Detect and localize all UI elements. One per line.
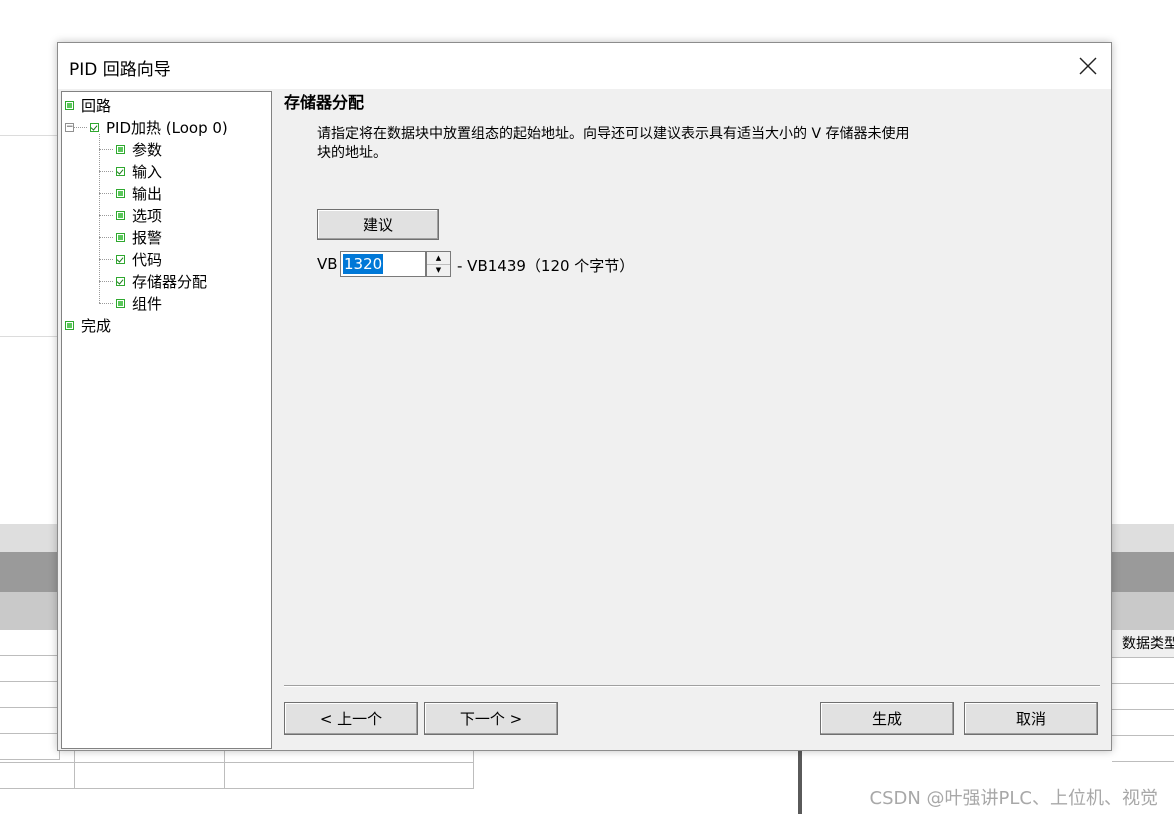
complete-icon <box>116 298 125 308</box>
tree-connector <box>99 259 113 260</box>
footer-separator <box>284 685 1100 687</box>
tree-connector <box>99 171 113 172</box>
tree-item-label: 输出 <box>132 184 163 203</box>
tree-item-label: 选项 <box>132 206 163 225</box>
previous-button[interactable]: < 上一个 <box>284 702 418 735</box>
tree-item-components[interactable]: 组件 <box>116 292 162 314</box>
address-spinner[interactable]: ▲ ▼ <box>426 251 451 277</box>
watermark: CSDN @叶强讲PLC、上位机、视觉 <box>869 788 1159 809</box>
complete-icon <box>65 320 74 330</box>
start-address-input[interactable]: 1320 <box>340 251 426 277</box>
collapse-icon[interactable]: − <box>65 123 74 132</box>
dialog-title: PID 回路向导 <box>69 60 171 80</box>
next-button[interactable]: 下一个 > <box>424 702 558 735</box>
tree-item-output[interactable]: 输出 <box>116 182 162 204</box>
tree-item-alarm[interactable]: 报警 <box>116 226 162 248</box>
pid-wizard-dialog: PID 回路向导 − 回路 PID加热 (Loop 0) 参数 输入 输出 选项… <box>57 42 1112 751</box>
tree-connector <box>99 193 113 194</box>
checkmark-icon <box>116 166 125 176</box>
tree-connector <box>99 215 113 216</box>
tree-item-code[interactable]: 代码 <box>116 248 162 270</box>
tree-connector <box>99 281 113 282</box>
tree-connector <box>99 237 113 238</box>
vb-label: VB <box>317 255 338 273</box>
complete-icon <box>65 100 74 110</box>
background-splitter[interactable] <box>798 750 802 814</box>
generate-button[interactable]: 生成 <box>820 702 954 735</box>
tree-item-label: 完成 <box>81 316 112 335</box>
tree-connector <box>74 127 87 128</box>
tree-item-loop[interactable]: 回路 <box>65 94 111 116</box>
tree-item-label: 报警 <box>132 228 163 247</box>
tree-item-label: 存储器分配 <box>132 272 208 291</box>
title-bar[interactable]: PID 回路向导 <box>58 43 1111 89</box>
cancel-button[interactable]: 取消 <box>964 702 1098 735</box>
start-address-value: 1320 <box>343 254 384 274</box>
tree-item-parameters[interactable]: 参数 <box>116 138 162 160</box>
close-icon <box>1079 57 1097 75</box>
complete-icon <box>116 232 125 242</box>
tree-item-label: 参数 <box>132 140 163 159</box>
page-heading: 存储器分配 <box>284 93 365 112</box>
tree-item-finish[interactable]: 完成 <box>65 314 111 336</box>
suggest-button[interactable]: 建议 <box>317 209 439 240</box>
tree-item-label: 代码 <box>132 250 163 269</box>
background-divider <box>0 336 60 337</box>
checkmark-icon <box>116 254 125 264</box>
tree-connector <box>99 303 113 304</box>
tree-item-input[interactable]: 输入 <box>116 160 162 182</box>
checkmark-icon <box>116 276 125 286</box>
tree-item-label: PID加热 (Loop 0) <box>106 118 228 137</box>
tree-item-label: 输入 <box>132 162 163 181</box>
background-divider <box>0 135 60 136</box>
background-column-header[interactable]: 数据类型 <box>1112 630 1174 658</box>
description-line: 块的地址。 <box>317 145 387 161</box>
tree-item-label: 回路 <box>81 96 112 115</box>
page-description: 请指定将在数据块中放置组态的起始地址。向导还可以建议表示具有适当大小的 V 存储… <box>317 125 1017 163</box>
tree-item-memory-allocation[interactable]: 存储器分配 <box>116 270 207 292</box>
tree-connector <box>99 149 113 150</box>
description-line: 请指定将在数据块中放置组态的起始地址。向导还可以建议表示具有适当大小的 V 存储… <box>317 126 910 142</box>
close-button[interactable] <box>1065 43 1111 89</box>
address-range-text: - VB1439（120 个字节） <box>457 257 635 275</box>
tree-item-pid-heating[interactable]: PID加热 (Loop 0) <box>90 116 228 138</box>
checkmark-icon <box>90 122 99 132</box>
complete-icon <box>116 210 125 220</box>
wizard-navigation-tree[interactable]: − 回路 PID加热 (Loop 0) 参数 输入 输出 选项 报警 代码 存储… <box>61 91 272 749</box>
complete-icon <box>116 188 125 198</box>
tree-item-options[interactable]: 选项 <box>116 204 162 226</box>
tree-connector <box>99 134 100 303</box>
background-table <box>0 750 474 789</box>
tree-item-label: 组件 <box>132 294 163 313</box>
background-table-rows <box>1112 658 1174 762</box>
complete-icon <box>116 144 125 154</box>
background-grid <box>0 630 60 760</box>
spin-down-icon[interactable]: ▼ <box>427 264 450 276</box>
